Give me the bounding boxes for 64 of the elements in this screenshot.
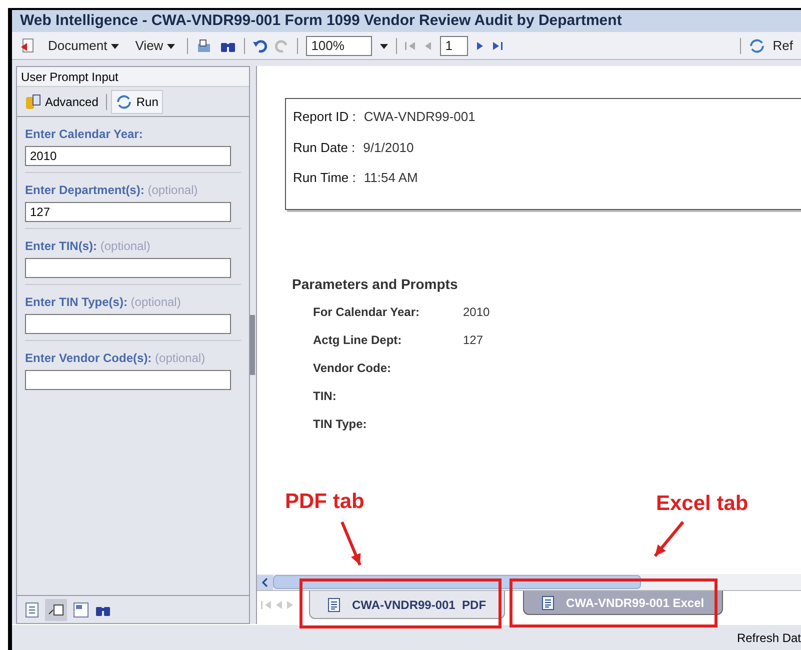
parameter-value: 2010	[463, 304, 490, 320]
prompt-label: Enter Vendor Code(s): (optional)	[25, 350, 206, 367]
refresh-icon	[116, 94, 132, 110]
first-page-icon	[405, 42, 416, 50]
last-page-icon[interactable]	[492, 42, 504, 50]
next-tab-icon	[286, 601, 294, 609]
header-label: Report ID :	[293, 108, 356, 126]
zoom-field[interactable]: 100%	[306, 36, 372, 56]
structure-icon[interactable]	[73, 602, 89, 618]
prompt-label: Enter TIN Type(s): (optional)	[25, 294, 182, 311]
prompt-field[interactable]	[25, 314, 231, 334]
prompt-field[interactable]: 2010	[25, 146, 231, 166]
export-icon[interactable]	[196, 38, 212, 54]
next-page-icon[interactable]	[476, 42, 484, 50]
annotation-label: Excel tab	[656, 491, 748, 517]
page-field[interactable]: 1	[440, 36, 468, 56]
prompt-field[interactable]: 127	[25, 202, 231, 222]
annotation-label: PDF tab	[285, 489, 364, 515]
header-label: Run Time :	[293, 169, 356, 187]
annotation-arrow	[340, 521, 362, 566]
panel-title: User Prompt Input	[17, 67, 249, 87]
parameter-value: 127	[463, 332, 484, 348]
run-button[interactable]: Run	[111, 90, 164, 114]
chevron-left-icon	[262, 578, 268, 586]
caret-icon	[167, 42, 176, 50]
refresh-icon[interactable]	[748, 38, 765, 54]
advanced-button[interactable]: Advanced	[21, 90, 102, 114]
section-title: Parameters and Prompts	[292, 275, 459, 294]
prompt-label: Enter Department(s): (optional)	[25, 182, 199, 199]
previous-tab-icon	[275, 601, 283, 609]
menu-button[interactable]: Document	[44, 36, 124, 56]
prompt-field[interactable]	[25, 370, 231, 390]
refresh-button[interactable]: Ref	[772, 36, 793, 56]
caret-icon	[111, 42, 120, 50]
caret-icon[interactable]	[380, 42, 388, 50]
collapse-handle[interactable]	[250, 315, 255, 375]
previous-page-icon	[424, 42, 432, 50]
prompt-field[interactable]	[25, 258, 231, 278]
parameter-label: TIN Type:	[313, 416, 368, 432]
first-tab-icon	[261, 601, 272, 609]
window-title: Web Intelligence - CWA-VNDR99-001 Form 1099 Vendor Review Audit by Department	[12, 10, 801, 32]
header-label: Run Date :	[293, 138, 356, 156]
header-value: 11:54 AM	[364, 169, 418, 187]
status-text: Refresh Dat	[736, 630, 801, 646]
undo-icon[interactable]	[253, 38, 268, 52]
panel-toggle-icon[interactable]	[45, 598, 67, 620]
document-icon[interactable]	[25, 602, 39, 618]
prompt-label: Enter Calendar Year:	[25, 126, 144, 143]
parameter-label: TIN:	[313, 388, 338, 404]
header-value: CWA-VNDR99-001	[364, 108, 476, 126]
parameter-label: Vendor Code:	[313, 360, 392, 376]
document-icon	[328, 598, 340, 612]
database-icon	[25, 94, 41, 110]
header-value: 9/1/2010	[363, 138, 414, 156]
document-icon	[542, 596, 554, 610]
scroll-left-button[interactable]	[257, 574, 273, 590]
redo-icon	[275, 38, 290, 52]
report-tab[interactable]: CWA-VNDR99-001 PDF	[309, 591, 506, 619]
menu-button[interactable]: View	[131, 36, 180, 56]
parameter-label: For Calendar Year:	[313, 304, 420, 320]
parameter-label: Actg Line Dept:	[313, 332, 403, 348]
prompt-label: Enter TIN(s): (optional)	[25, 238, 152, 255]
annotation-arrow	[654, 521, 684, 557]
document-icon[interactable]	[20, 38, 36, 54]
